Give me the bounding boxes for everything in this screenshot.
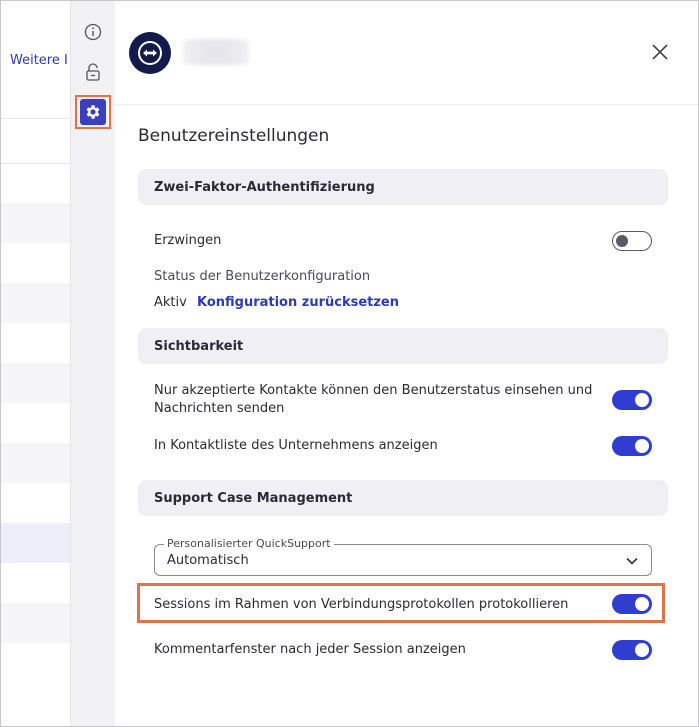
accepted-contacts-toggle[interactable] xyxy=(612,390,652,410)
gear-icon xyxy=(86,105,100,119)
divider xyxy=(1,163,71,164)
security-button[interactable] xyxy=(80,59,106,85)
company-list-toggle[interactable] xyxy=(612,436,652,456)
icon-rail xyxy=(70,1,115,726)
section-two-factor: Zwei-Faktor-Authentifizierung xyxy=(138,169,668,205)
section-support: Support Case Management xyxy=(138,480,668,516)
info-icon xyxy=(84,23,102,41)
close-icon xyxy=(652,44,668,60)
toggle-knob xyxy=(635,597,649,611)
settings-panel: Benutzereinstellungen Zwei-Faktor-Authen… xyxy=(115,1,698,726)
enforce-label: Erzwingen xyxy=(154,233,222,248)
log-sessions-toggle[interactable] xyxy=(612,594,652,614)
quicksupport-select-label: Personalisierter QuickSupport xyxy=(164,537,334,550)
list-item[interactable] xyxy=(1,283,71,323)
log-sessions-label: Sessions im Rahmen von Verbindungsprotok… xyxy=(154,597,569,612)
comment-window-label: Kommentarfenster nach jeder Session anze… xyxy=(154,642,466,657)
quicksupport-select[interactable]: Personalisierter QuickSupport Automatisc… xyxy=(154,537,652,576)
reset-configuration-link[interactable]: Konfiguration zurücksetzen xyxy=(197,295,399,310)
divider xyxy=(1,118,71,119)
teamviewer-logo-icon xyxy=(138,41,162,65)
comment-window-toggle[interactable] xyxy=(612,640,652,660)
info-button[interactable] xyxy=(80,19,106,45)
company-list-label: In Kontaktliste des Unternehmens anzeige… xyxy=(154,438,438,453)
close-button[interactable] xyxy=(649,41,671,63)
toggle-knob xyxy=(616,234,628,247)
chevron-down-icon xyxy=(626,557,638,565)
page-title: Benutzereinstellungen xyxy=(138,126,330,146)
toggle-knob xyxy=(635,393,649,407)
list-item[interactable] xyxy=(1,603,71,643)
settings-button[interactable] xyxy=(75,95,111,129)
status-label: Status der Benutzerkonfiguration xyxy=(154,269,371,284)
background-link[interactable]: Weitere I xyxy=(10,53,68,68)
section-visibility: Sichtbarkeit xyxy=(138,328,668,364)
status-row: Aktiv Konfiguration zurücksetzen xyxy=(154,294,399,312)
enforce-toggle[interactable] xyxy=(612,231,652,251)
settings-button-bg xyxy=(80,99,106,125)
list-item[interactable] xyxy=(1,443,71,483)
lock-icon xyxy=(86,63,100,81)
app-logo xyxy=(129,32,171,74)
list-item[interactable] xyxy=(1,203,71,243)
accepted-contacts-line1: Nur akzeptierte Kontakte können den Benu… xyxy=(154,383,593,398)
toggle-knob xyxy=(635,439,649,453)
panel-header xyxy=(115,1,698,105)
list-item[interactable] xyxy=(1,363,71,403)
toggle-knob xyxy=(635,643,649,657)
status-value: Aktiv xyxy=(154,295,187,310)
accepted-contacts-label: Nur akzeptierte Kontakte können den Benu… xyxy=(154,382,604,418)
window-frame: Weitere I Benutzereinstellungen Zwei-Fak… xyxy=(0,0,699,727)
blurred-user-name xyxy=(183,39,249,65)
list-item-selected[interactable] xyxy=(1,523,71,563)
accepted-contacts-line2: Nachrichten senden xyxy=(154,401,285,416)
quicksupport-select-value: Automatisch xyxy=(167,553,249,568)
background-list: Weitere I xyxy=(1,1,71,726)
